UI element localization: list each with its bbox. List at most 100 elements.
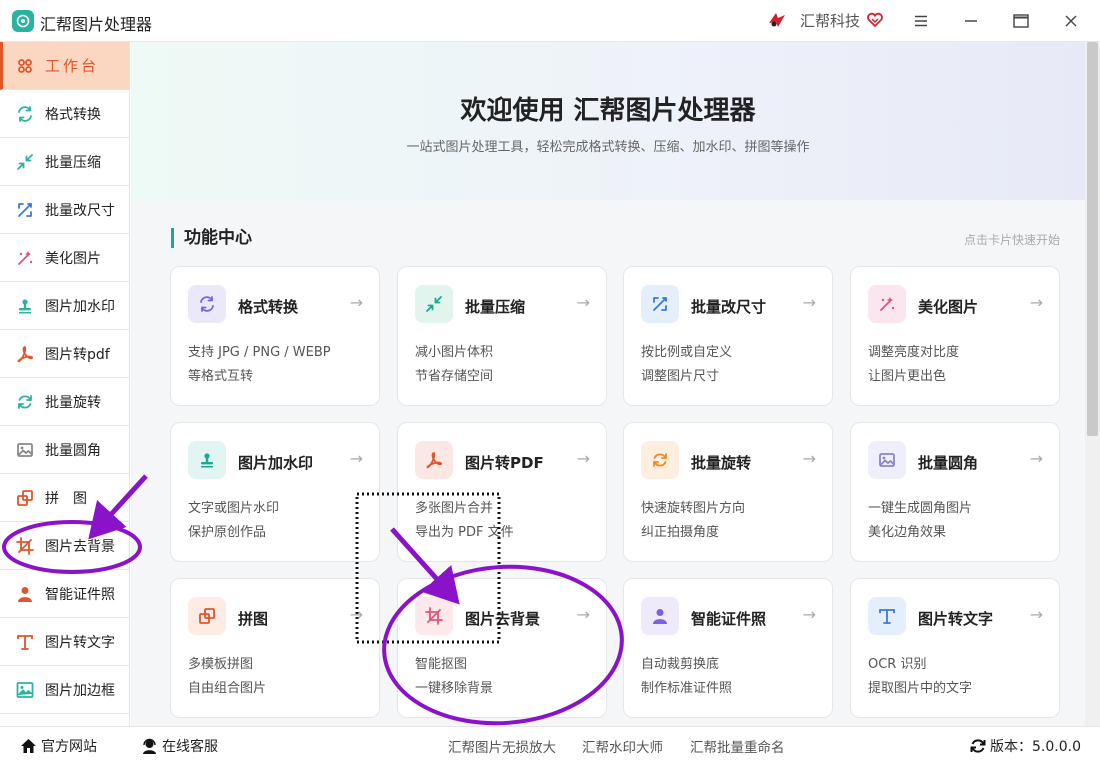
arrow-right-icon: →: [576, 449, 590, 468]
arrow-right-icon: →: [576, 605, 590, 624]
image-icon: [16, 441, 34, 459]
sidebar-item-6[interactable]: 图片转pdf: [0, 330, 129, 378]
section-title: 功能中心: [171, 228, 252, 248]
sidebar: 工作台格式转换批量压缩批量改尺寸美化图片图片加水印图片转pdf 批量旋转批量圆角拼…: [0, 42, 130, 726]
version-info[interactable]: 版本：5.0.0.0: [970, 736, 1081, 756]
footer-link-watermark[interactable]: 汇帮水印大师: [582, 736, 663, 756]
sidebar-item-11[interactable]: 智能证件照: [0, 570, 129, 618]
refresh-icon: [970, 739, 986, 753]
official-website-label: 官方网站: [41, 739, 97, 755]
footer-bar: 官方网站 在线客服 汇帮图片无损放大 汇帮水印大师 汇帮批量重命名 版本：5.0…: [0, 726, 1100, 760]
sidebar-item-1[interactable]: 格式转换: [0, 90, 129, 138]
sidebar-item-12[interactable]: 图片转文字: [0, 618, 129, 666]
card-title: 图片去背景: [465, 610, 541, 628]
scrollbar-thumb[interactable]: [1087, 42, 1098, 436]
card-description-line2: 调整图片尺寸: [641, 369, 720, 384]
resize-icon: [641, 285, 679, 323]
card-description-line1: 快速旋转图片方向: [641, 501, 746, 516]
sidebar-item-label: 批量改尺寸: [45, 202, 115, 219]
sidebar-item-0[interactable]: 工作台: [0, 42, 129, 90]
feature-card-8[interactable]: 拼图 → 多模板拼图 自由组合图片: [170, 578, 380, 718]
section-hint: 点击卡片快速开始: [963, 233, 1060, 247]
app-logo-icon: [12, 10, 34, 32]
feature-card-11[interactable]: 图片转文字 → OCR 识别 提取图片中的文字: [850, 578, 1060, 718]
card-description-line2: 等格式互转: [188, 369, 254, 384]
sidebar-item-2[interactable]: 批量压缩: [0, 138, 129, 186]
text-icon: [16, 633, 34, 651]
close-icon[interactable]: [1058, 8, 1084, 34]
sidebar-item-10[interactable]: 图片去背景: [0, 522, 129, 570]
arrow-right-icon: →: [802, 293, 816, 312]
sidebar-item-5[interactable]: 图片加水印: [0, 282, 129, 330]
card-description-line1: 支持 JPG / PNG / WEBP: [188, 345, 331, 360]
online-support-link[interactable]: 在线客服: [141, 736, 218, 756]
version-label: 版本：5.0.0.0: [990, 739, 1081, 755]
minimize-icon[interactable]: [958, 8, 984, 34]
card-description-line2: 自由组合图片: [188, 681, 267, 696]
card-description-line1: 多张图片合并: [415, 501, 494, 516]
pdf-icon: [415, 441, 453, 479]
card-description-line2: 保护原创作品: [188, 525, 267, 540]
feature-card-6[interactable]: 批量旋转 → 快速旋转图片方向 纠正拍摄角度: [623, 422, 833, 562]
brand-logo-icon: [769, 13, 785, 27]
rotate-icon: [16, 393, 34, 411]
brand[interactable]: 汇帮科技: [766, 9, 884, 31]
home-icon: [21, 739, 36, 753]
feature-card-4[interactable]: 图片加水印 → 文字或图片水印 保护原创作品: [170, 422, 380, 562]
arrow-right-icon: →: [576, 293, 590, 312]
sidebar-item-label: 图片转pdf: [45, 346, 110, 363]
sidebar-item-label: 图片去背景: [45, 538, 115, 555]
footer-link-upscale[interactable]: 汇帮图片无损放大: [448, 736, 556, 756]
feature-card-10[interactable]: 智能证件照 → 自动裁剪换底 制作标准证件照: [623, 578, 833, 718]
card-description-line1: 按比例或自定义: [641, 345, 733, 360]
sidebar-item-9[interactable]: 拼 图: [0, 474, 129, 522]
card-description-line1: 智能抠图: [415, 657, 468, 672]
footer-link-rename[interactable]: 汇帮批量重命名: [690, 736, 785, 756]
sidebar-item-label: 图片转文字: [45, 634, 115, 651]
welcome-banner: 欢迎使用 汇帮图片处理器 一站式图片处理工具，轻松完成格式转换、压缩、加水印、拼…: [131, 42, 1085, 200]
feature-card-5[interactable]: 图片转PDF → 多张图片合并 导出为 PDF 文件: [397, 422, 607, 562]
sidebar-item-label: 美化图片: [45, 250, 101, 267]
sidebar-item-7[interactable]: 批量旋转: [0, 378, 129, 426]
card-title: 美化图片: [918, 298, 979, 316]
arrow-right-icon: →: [802, 605, 816, 624]
pdf-icon: [16, 345, 34, 363]
card-description-line2: 美化边角效果: [868, 525, 947, 540]
sidebar-item-4[interactable]: 美化图片: [0, 234, 129, 282]
feature-card-1[interactable]: 批量压缩 → 减小图片体积 节省存储空间: [397, 266, 607, 406]
text-icon: [868, 597, 906, 635]
scrollbar[interactable]: [1085, 42, 1100, 726]
puzzle-icon: [16, 489, 34, 507]
brand-name: 汇帮科技: [800, 11, 861, 30]
feature-card-7[interactable]: 批量圆角 → 一键生成圆角图片 美化边角效果: [850, 422, 1060, 562]
frame-icon: [16, 681, 34, 699]
sidebar-item-3[interactable]: 批量改尺寸: [0, 186, 129, 234]
compress-icon: [16, 153, 34, 171]
person-icon: [16, 585, 34, 603]
maximize-icon[interactable]: [1008, 8, 1034, 34]
arrow-right-icon: →: [349, 449, 363, 468]
crop-icon: [16, 536, 34, 555]
sidebar-item-label: 批量旋转: [45, 394, 101, 411]
sidebar-item-label: 格式转换: [45, 106, 101, 123]
sidebar-item-8[interactable]: 批量圆角: [0, 426, 129, 474]
feature-card-3[interactable]: 美化图片 → 调整亮度对比度 让图片更出色: [850, 266, 1060, 406]
headset-icon: [143, 738, 156, 754]
feature-card-0[interactable]: 格式转换 → 支持 JPG / PNG / WEBP 等格式互转: [170, 266, 380, 406]
person-icon: [641, 597, 679, 635]
sidebar-item-label: 图片加边框: [45, 682, 115, 699]
menu-icon[interactable]: [908, 8, 934, 34]
arrow-right-icon: →: [349, 605, 363, 624]
sidebar-item-label: 图片加水印: [45, 298, 115, 315]
welcome-title: 欢迎使用 汇帮图片处理器: [460, 96, 756, 126]
sidebar-item-label: 智能证件照: [45, 586, 115, 603]
official-website-link[interactable]: 官方网站: [20, 736, 97, 756]
card-description-line2: 节省存储空间: [415, 369, 494, 384]
sidebar-item-13[interactable]: 图片加边框: [0, 666, 129, 714]
image-icon: [868, 441, 906, 479]
card-title: 批量圆角: [918, 454, 979, 472]
card-description-line2: 制作标准证件照: [641, 681, 733, 696]
feature-card-9[interactable]: 图片去背景 → 智能抠图 一键移除背景: [397, 578, 607, 718]
compress-icon: [415, 285, 453, 323]
feature-card-2[interactable]: 批量改尺寸 → 按比例或自定义 调整图片尺寸: [623, 266, 833, 406]
